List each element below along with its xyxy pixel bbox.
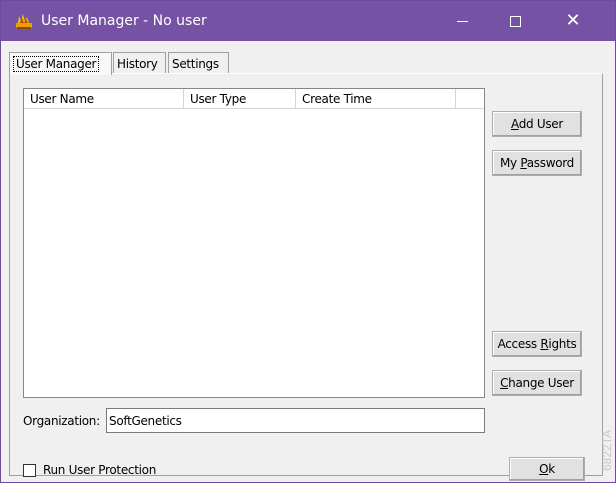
- run-user-protection-label[interactable]: Run User Protection: [43, 463, 156, 477]
- tab-history[interactable]: History: [113, 52, 166, 74]
- figure-id-watermark: 6822TA: [600, 429, 614, 471]
- access-rights-button[interactable]: Access Rights: [492, 331, 582, 357]
- organization-label: Organization:: [23, 414, 100, 428]
- tab-settings-label: Settings: [172, 57, 219, 71]
- close-button[interactable]: ✕: [550, 1, 596, 41]
- maximize-button[interactable]: [492, 1, 538, 41]
- change-user-label: Change User: [500, 376, 574, 390]
- column-create-time[interactable]: Create Time: [296, 89, 456, 108]
- ok-button[interactable]: Ok: [509, 457, 585, 481]
- tab-settings[interactable]: Settings: [168, 52, 229, 74]
- softgenetics-flame-icon: [16, 14, 32, 29]
- tab-history-label: History: [117, 57, 158, 71]
- tab-user-manager[interactable]: User Manager: [9, 52, 112, 75]
- column-user-name[interactable]: User Name: [24, 89, 184, 108]
- close-icon: ✕: [565, 10, 581, 31]
- user-manager-window: User Manager - No user ✕ User Manager Hi…: [0, 0, 616, 483]
- minimize-icon: [456, 20, 468, 22]
- title-bar[interactable]: User Manager - No user ✕: [1, 1, 615, 41]
- window-title: User Manager - No user: [41, 13, 207, 29]
- ok-label: Ok: [539, 462, 555, 476]
- user-list-header: User Name User Type Create Time: [24, 89, 484, 109]
- column-filler: [456, 89, 484, 108]
- column-user-type[interactable]: User Type: [184, 89, 296, 108]
- organization-field[interactable]: SoftGenetics: [106, 408, 485, 433]
- access-rights-label: Access Rights: [497, 337, 577, 351]
- change-user-button[interactable]: Change User: [492, 370, 582, 396]
- add-user-button[interactable]: Add User: [492, 111, 582, 137]
- tab-user-manager-label: User Manager: [13, 56, 100, 72]
- run-user-protection-checkbox[interactable]: [23, 464, 36, 477]
- maximize-icon: [509, 15, 521, 27]
- add-user-label: Add User: [510, 117, 563, 131]
- my-password-label: My Password: [499, 156, 575, 170]
- user-list[interactable]: User Name User Type Create Time: [23, 88, 485, 398]
- minimize-button[interactable]: [439, 1, 485, 41]
- my-password-button[interactable]: My Password: [492, 150, 582, 176]
